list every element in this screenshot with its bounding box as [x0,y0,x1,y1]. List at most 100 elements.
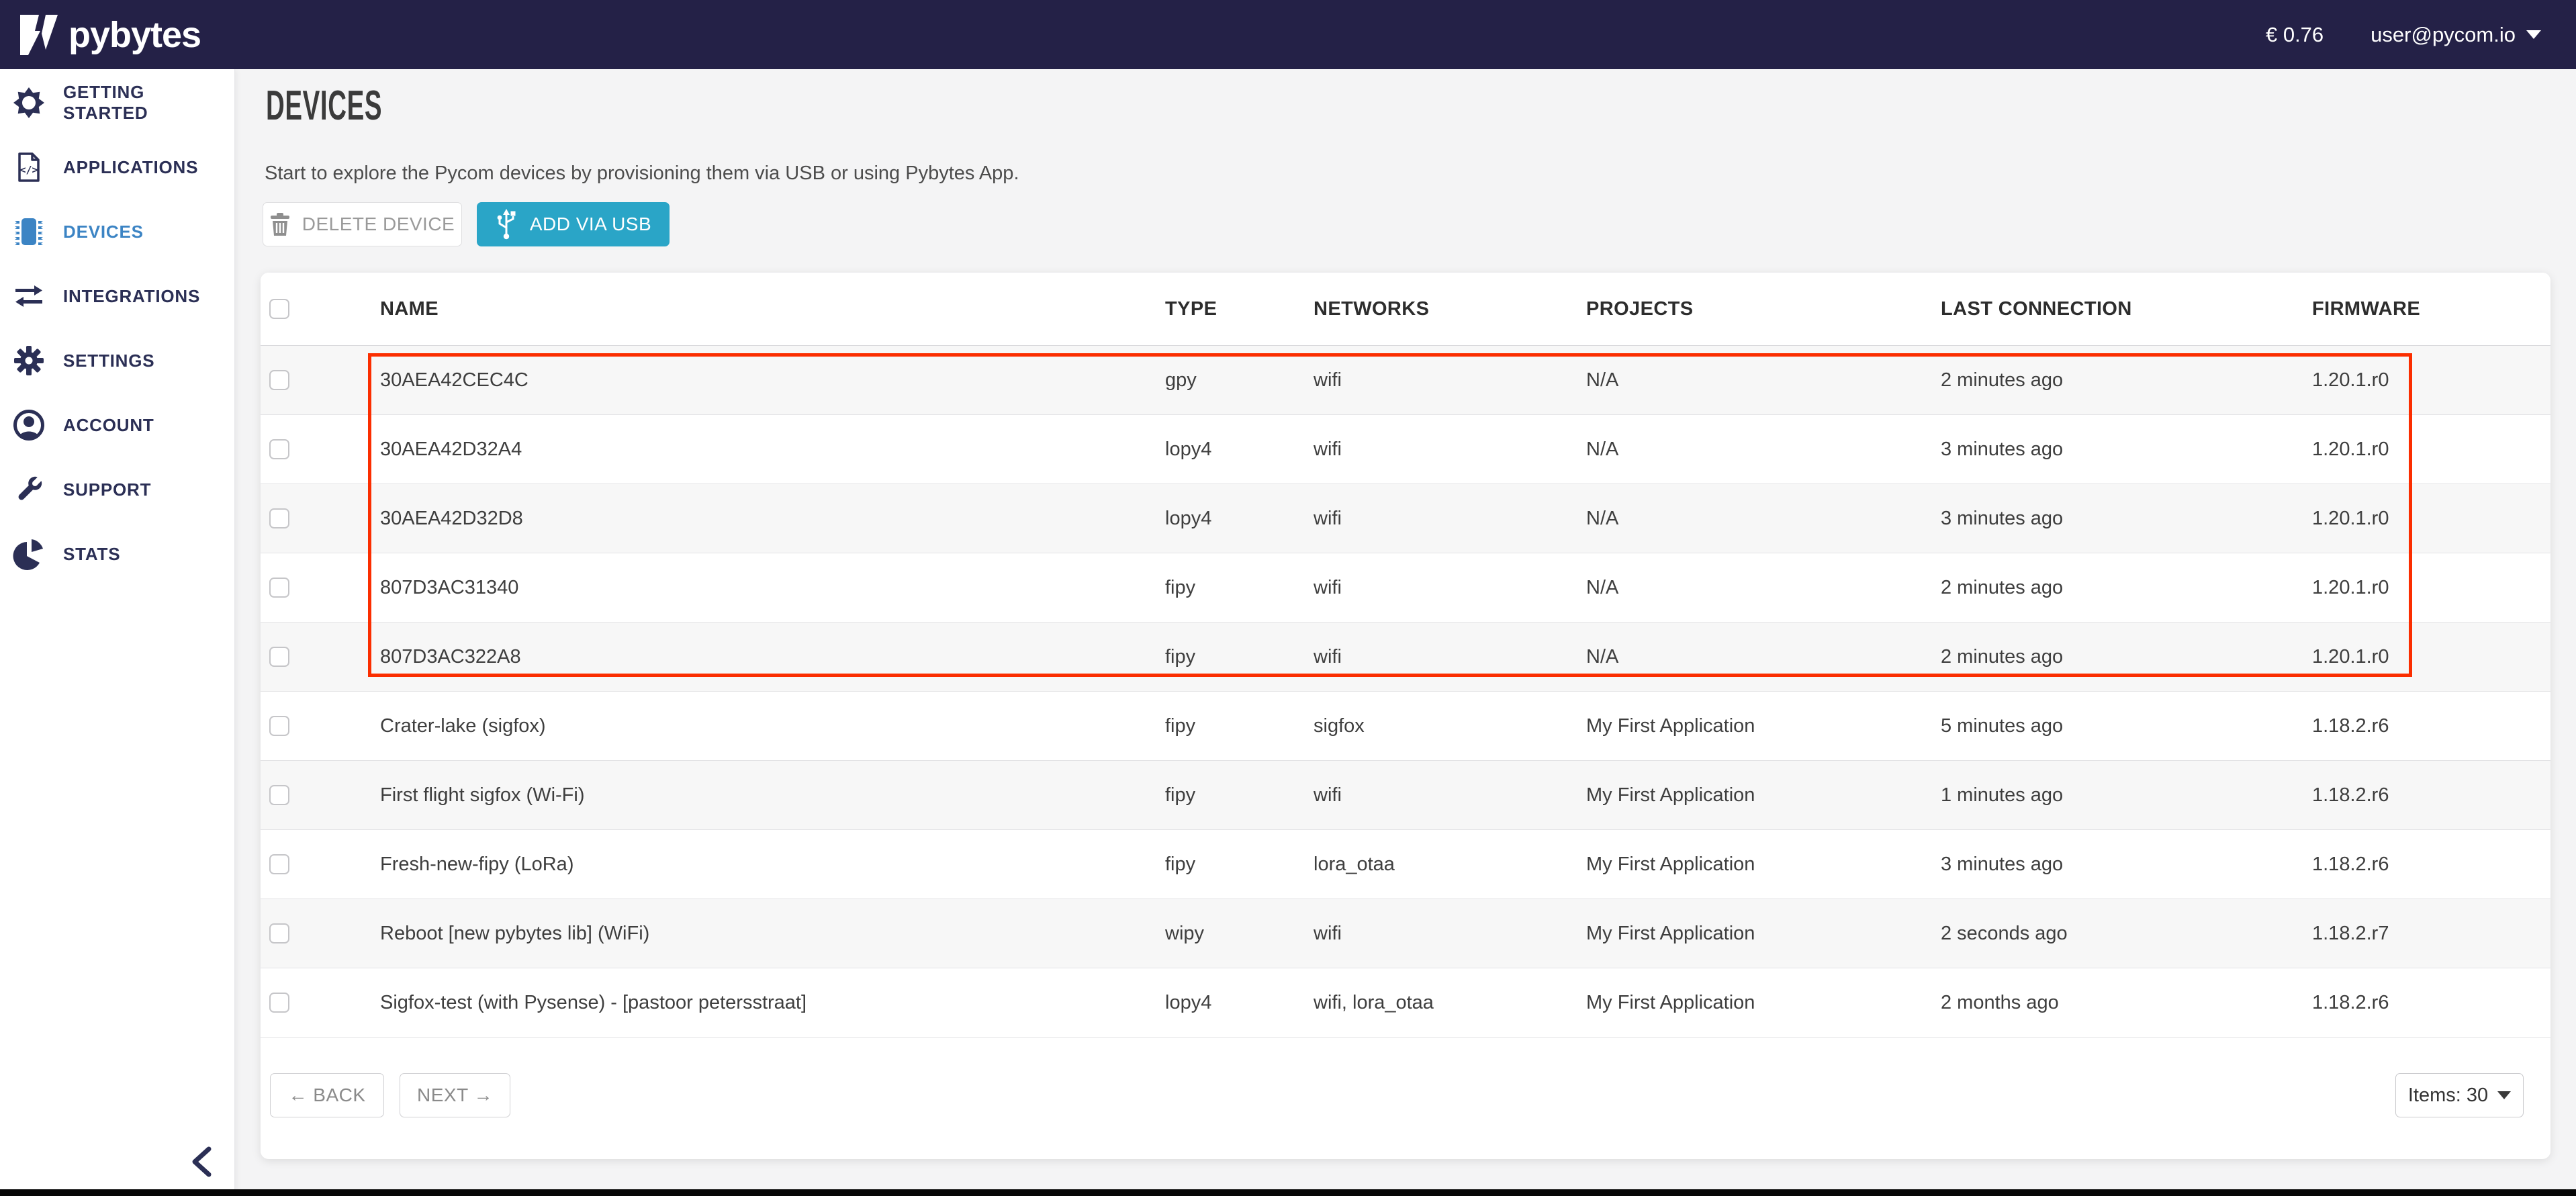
pycom-logo-icon [19,13,59,56]
sidebar-item-support[interactable]: SUPPORT [0,457,234,522]
pybytes-logo[interactable]: pybytes [19,13,201,56]
cell-device-name[interactable]: 30AEA42D32D8 [380,508,1165,530]
cell-device-type: gpy [1165,369,1314,392]
devices-card: NAME TYPE NETWORKS PROJECTS LAST CONNECT… [261,273,2550,1159]
table-row[interactable]: Sigfox-test (with Pysense) - [pastoor pe… [261,968,2550,1038]
table-row[interactable]: 30AEA42CEC4C gpy wifi N/A 2 minutes ago … [261,346,2550,415]
row-checkbox[interactable] [269,785,289,805]
cell-firmware: 1.18.2.r6 [2312,784,2550,807]
table-body: 30AEA42CEC4C gpy wifi N/A 2 minutes ago … [261,346,2550,1038]
devices-table: NAME TYPE NETWORKS PROJECTS LAST CONNECT… [261,273,2550,1038]
cell-device-type: lopy4 [1165,508,1314,530]
chevron-down-icon [2526,30,2541,39]
row-checkbox[interactable] [269,647,289,667]
table-row[interactable]: 30AEA42D32D8 lopy4 wifi N/A 3 minutes ag… [261,484,2550,553]
logo-text: pybytes [68,14,201,56]
arrows-exchange-icon [11,279,46,314]
trash-icon [270,213,290,236]
row-checkbox[interactable] [269,923,289,944]
row-checkbox[interactable] [269,439,289,459]
table-row[interactable]: 807D3AC31340 fipy wifi N/A 2 minutes ago… [261,553,2550,623]
cell-device-name[interactable]: Fresh-new-fipy (LoRa) [380,854,1165,876]
cell-device-type: wipy [1165,923,1314,945]
cell-last-connection: 2 minutes ago [1941,646,2312,668]
select-all-checkbox[interactable] [269,299,289,319]
cell-networks: wifi [1314,508,1586,530]
next-button[interactable]: NEXT → [400,1073,510,1117]
user-email: user@pycom.io [2371,23,2516,47]
pie-chart-icon [11,537,46,571]
cell-projects: My First Application [1586,923,1941,945]
cell-device-name[interactable]: 807D3AC31340 [380,577,1165,599]
sidebar-item-stats[interactable]: STATS [0,522,234,586]
row-checkbox[interactable] [269,993,289,1013]
next-label: NEXT → [417,1085,493,1106]
cell-firmware: 1.18.2.r6 [2312,854,2550,876]
cell-networks: wifi [1314,369,1586,392]
table-row[interactable]: Reboot [new pybytes lib] (WiFi) wipy wif… [261,899,2550,968]
row-checkbox[interactable] [269,854,289,874]
cell-device-type: fipy [1165,784,1314,807]
cell-networks: wifi [1314,923,1586,945]
cell-projects: My First Application [1586,784,1941,807]
cell-networks: wifi [1314,577,1586,599]
table-row[interactable]: First flight sigfox (Wi-Fi) fipy wifi My… [261,761,2550,830]
user-menu[interactable]: user@pycom.io [2371,23,2541,47]
sidebar-item-applications[interactable]: </> APPLICATIONS [0,135,234,199]
cell-firmware: 1.20.1.r0 [2312,508,2550,530]
table-row[interactable]: 30AEA42D32A4 lopy4 wifi N/A 3 minutes ag… [261,415,2550,484]
cell-device-name[interactable]: 30AEA42CEC4C [380,369,1165,392]
back-button[interactable]: ← BACK [270,1073,384,1117]
cell-projects: My First Application [1586,715,1941,737]
sidebar-item-devices[interactable]: DEVICES [0,199,234,264]
column-header-networks[interactable]: NETWORKS [1314,298,1586,320]
table-row[interactable]: Fresh-new-fipy (LoRa) fipy lora_otaa My … [261,830,2550,899]
items-per-page-dropdown[interactable]: Items: 30 [2395,1073,2524,1117]
row-checkbox[interactable] [269,716,289,736]
gear-icon [11,343,46,378]
top-bar: pybytes € 0.76 user@pycom.io [0,0,2576,69]
code-file-icon: </> [11,150,46,185]
cell-last-connection: 5 minutes ago [1941,715,2312,737]
table-row[interactable]: Crater-lake (sigfox) fipy sigfox My Firs… [261,692,2550,761]
sidebar-collapse-button[interactable] [180,1140,223,1183]
cell-last-connection: 1 minutes ago [1941,784,2312,807]
cell-firmware: 1.20.1.r0 [2312,439,2550,461]
table-header-row: NAME TYPE NETWORKS PROJECTS LAST CONNECT… [261,273,2550,346]
column-header-projects[interactable]: PROJECTS [1586,298,1941,320]
cell-device-type: fipy [1165,715,1314,737]
cell-device-name[interactable]: First flight sigfox (Wi-Fi) [380,784,1165,807]
row-checkbox[interactable] [269,370,289,390]
column-header-type[interactable]: TYPE [1165,298,1314,320]
column-header-last-connection[interactable]: LAST CONNECTION [1941,298,2312,320]
sidebar-item-settings[interactable]: SETTINGS [0,328,234,393]
row-checkbox[interactable] [269,508,289,528]
row-checkbox[interactable] [269,578,289,598]
cell-device-type: lopy4 [1165,439,1314,461]
svg-text:</>: </> [19,164,38,176]
cell-device-name[interactable]: Crater-lake (sigfox) [380,715,1165,737]
cell-projects: My First Application [1586,854,1941,876]
cell-device-name[interactable]: Reboot [new pybytes lib] (WiFi) [380,923,1165,945]
column-header-name[interactable]: NAME [380,298,1165,320]
cell-firmware: 1.20.1.r0 [2312,577,2550,599]
column-header-firmware[interactable]: FIRMWARE [2312,298,2550,320]
cell-device-name[interactable]: Sigfox-test (with Pysense) - [pastoor pe… [380,992,1165,1014]
cell-projects: My First Application [1586,992,1941,1014]
cell-networks: wifi, lora_otaa [1314,992,1586,1014]
page-title: DEVICES [266,82,382,130]
cell-firmware: 1.20.1.r0 [2312,646,2550,668]
cell-device-name[interactable]: 30AEA42D32A4 [380,439,1165,461]
cell-last-connection: 2 minutes ago [1941,369,2312,392]
cell-networks: wifi [1314,784,1586,807]
delete-device-label: DELETE DEVICE [302,214,455,235]
sidebar-item-account[interactable]: ACCOUNT [0,393,234,457]
sidebar-item-label: SETTINGS [63,351,154,371]
sidebar-item-getting-started[interactable]: GETTING STARTED [0,71,234,135]
add-via-usb-button[interactable]: ADD VIA USB [477,202,670,246]
cell-device-name[interactable]: 807D3AC322A8 [380,646,1165,668]
sidebar-item-integrations[interactable]: INTEGRATIONS [0,264,234,328]
user-icon [11,408,46,443]
table-row[interactable]: 807D3AC322A8 fipy wifi N/A 2 minutes ago… [261,623,2550,692]
delete-device-button[interactable]: DELETE DEVICE [263,202,462,246]
